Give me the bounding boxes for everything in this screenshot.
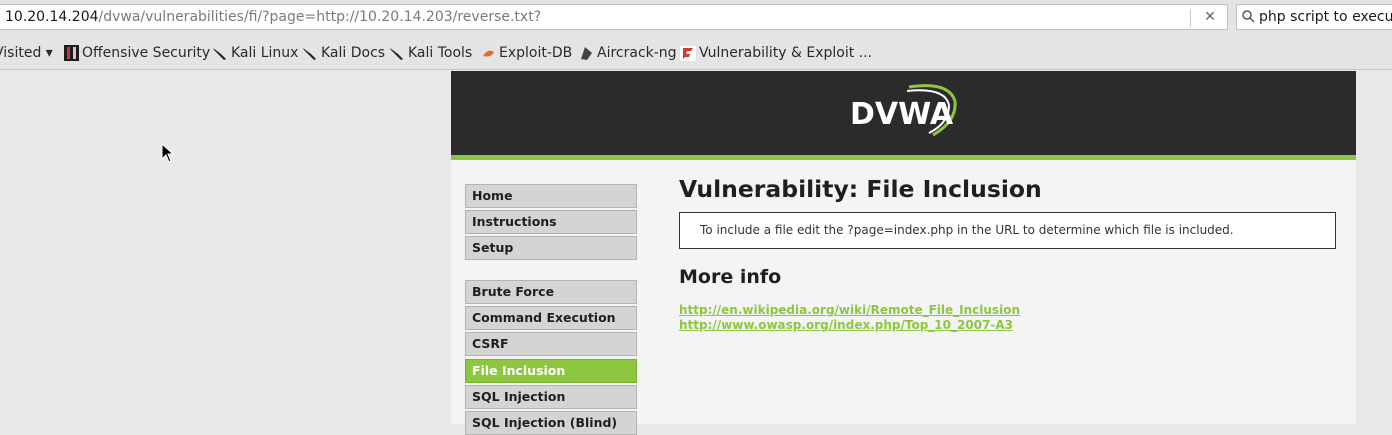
more-info-heading: More info [679,266,782,288]
search-input[interactable]: php script to execute [1236,4,1392,30]
bookmark-label: Kali Linux [231,45,299,61]
bookmark-vulnerability-exploit[interactable]: Vulnerability & Exploit ... [680,44,872,62]
dvwa-logo-text: DVWA [850,97,954,132]
bookmark-label: Exploit-DB [499,45,573,61]
dvwa-header: DVWA [451,71,1356,155]
bookmark-kali-tools[interactable]: Kali Tools [389,44,472,62]
menu-item-command-execution[interactable]: Command Execution [465,306,637,330]
url-host: 10.20.14.204 [5,9,99,25]
menu-item-instructions[interactable]: Instructions [465,210,637,234]
menu-item-home[interactable]: Home [465,184,637,208]
bookmark-label: Aircrack-ng [597,45,677,61]
bookmarks-toolbar: Visited ▾ Offensive Security Kali Linux … [0,36,1392,70]
bookmark-label: Kali Tools [408,45,473,61]
bookmark-label: Vulnerability & Exploit ... [699,45,873,61]
exploitdb-icon [483,50,494,56]
link-wikipedia-rfi[interactable]: http://en.wikipedia.org/wiki/Remote_File… [679,303,1020,317]
page-title: Vulnerability: File Inclusion [679,175,1042,203]
vuln-icon [680,45,696,61]
aircrack-icon [581,47,592,60]
link-owasp-top10[interactable]: http://www.owasp.org/index.php/Top_10_20… [679,318,1013,332]
search-value: php script to execute [1259,9,1392,25]
search-icon [1242,10,1255,23]
menu-item-setup[interactable]: Setup [465,236,637,260]
bookmark-kali-docs[interactable]: Kali Docs [302,44,385,62]
bookmark-kali-linux[interactable]: Kali Linux [212,44,298,62]
bookmark-label: Kali Docs [321,45,386,61]
menu-item-brute-force[interactable]: Brute Force [465,280,637,304]
bookmark-aircrack-ng[interactable]: Aircrack-ng [579,44,677,62]
menu-item-file-inclusion[interactable]: File Inclusion [465,359,637,383]
kali-dragon-icon [303,48,316,60]
offsec-icon [64,45,79,61]
close-icon[interactable]: ✕ [1202,5,1218,29]
url-path: /dvwa/vulnerabilities/fi/?page=http://10… [98,9,542,25]
bookmark-offensive-security[interactable]: Offensive Security [64,44,210,62]
url-field[interactable]: 10.20.14.204/dvwa/vulnerabilities/fi/?pa… [0,4,1228,30]
mouse-cursor-icon [161,143,175,163]
menu-item-csrf[interactable]: CSRF [465,332,637,356]
dvwa-page: DVWA Home Instructions Setup Brute Force… [451,71,1356,435]
bookmark-label: Visited ▾ [0,45,53,61]
menu-item-sql-injection[interactable]: SQL Injection [465,385,637,409]
navigation-toolbar: 10.20.14.204/dvwa/vulnerabilities/fi/?pa… [0,0,1392,36]
bookmark-exploit-db[interactable]: Exploit-DB [481,44,572,62]
bookmark-most-visited[interactable]: Visited ▾ [0,44,53,62]
url-separator [1190,9,1191,27]
info-box: To include a file edit the ?page=index.p… [679,212,1336,249]
menu-item-sql-injection-blind[interactable]: SQL Injection (Blind) [465,411,637,435]
kali-dragon-icon [213,48,226,60]
header-stripe [451,155,1356,160]
dvwa-logo: DVWA [850,84,957,137]
bookmark-label: Offensive Security [82,45,211,61]
kali-dragon-icon [390,48,403,60]
